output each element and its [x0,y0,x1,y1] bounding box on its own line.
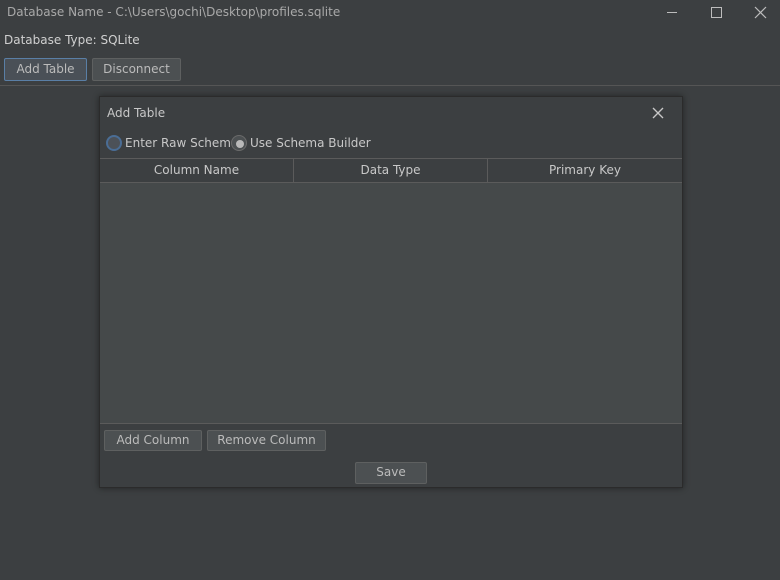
add-column-button[interactable]: Add Column [104,430,202,451]
title-bar: Database Name - C:\Users\gochi\Desktop\p… [0,0,780,26]
disconnect-button[interactable]: Disconnect [92,58,181,81]
save-button[interactable]: Save [355,462,427,484]
table-header: Column Name Data Type Primary Key [100,159,682,183]
radio-selected-icon [231,135,247,151]
main-window: Database Name - C:\Users\gochi\Desktop\p… [0,0,780,580]
maximize-button[interactable] [694,0,738,26]
add-table-dialog: Add Table Enter Raw Schema Use Schema Bu… [99,96,683,488]
column-header-column-name[interactable]: Column Name [100,159,294,182]
radio-unselected-icon [106,135,122,151]
column-header-data-type[interactable]: Data Type [294,159,488,182]
table-body[interactable] [100,183,682,423]
window-title: Database Name - C:\Users\gochi\Desktop\p… [7,5,341,19]
database-type-label: Database Type: SQLite [4,33,140,47]
minimize-icon [667,12,677,13]
close-button[interactable] [738,0,780,26]
schema-table: Column Name Data Type Primary Key [100,158,682,424]
close-icon [652,107,664,119]
add-table-button[interactable]: Add Table [4,58,87,81]
toolbar-separator [0,85,780,86]
close-icon [754,6,767,19]
dialog-title: Add Table [107,106,166,120]
radio-label: Enter Raw Schema [125,136,239,150]
dialog-close-button[interactable] [649,104,667,122]
minimize-button[interactable] [650,0,694,26]
radio-label: Use Schema Builder [250,136,371,150]
maximize-icon [711,7,722,18]
remove-column-button[interactable]: Remove Column [207,430,326,451]
column-header-primary-key[interactable]: Primary Key [488,159,682,182]
